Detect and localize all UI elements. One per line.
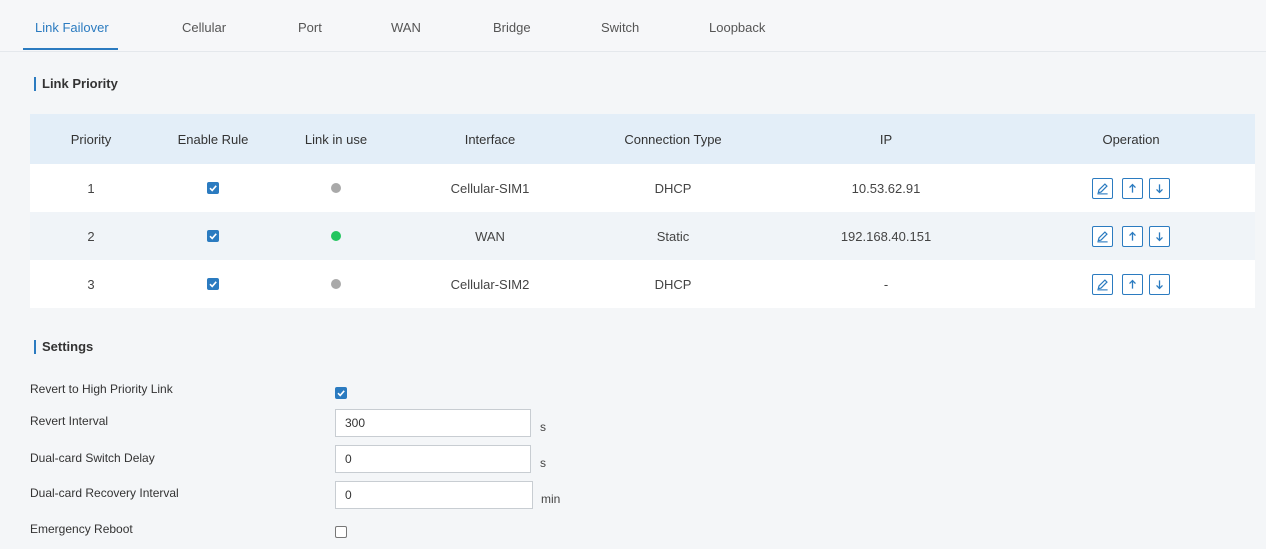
link-status-dot <box>331 279 341 289</box>
col-link-in-use: Link in use <box>304 131 368 147</box>
checkmark-icon <box>209 233 217 240</box>
checkmark-icon <box>209 281 217 288</box>
tab-switch[interactable]: Switch <box>601 20 639 35</box>
move-up-button[interactable] <box>1122 177 1143 199</box>
row-connection-type: DHCP <box>654 180 692 196</box>
arrow-up-icon <box>1129 183 1136 193</box>
row-priority: 2 <box>87 228 95 244</box>
row-interface: Cellular-SIM1 <box>450 180 530 196</box>
edit-icon <box>1097 182 1108 194</box>
col-connection-type: Connection Type <box>624 131 722 147</box>
edit-button[interactable] <box>1092 273 1113 295</box>
enable-rule-checkbox[interactable] <box>207 230 219 242</box>
move-down-button[interactable] <box>1149 225 1170 247</box>
row-interface: Cellular-SIM2 <box>450 276 530 292</box>
table-row: 1 Cellular-SIM1 DHCP 10.53.62.91 <box>30 164 1255 212</box>
revert-high-priority-label: Revert to High Priority Link <box>30 382 173 396</box>
enable-rule-cell <box>152 212 274 260</box>
row-connection-type: DHCP <box>654 276 692 292</box>
dual-card-recovery-interval-label: Dual-card Recovery Interval <box>30 486 179 500</box>
tab-port[interactable]: Port <box>298 20 322 35</box>
settings-title: Settings <box>34 340 93 354</box>
operation-cell <box>1060 164 1202 212</box>
edit-button[interactable] <box>1092 225 1113 247</box>
row-priority: 3 <box>87 276 95 292</box>
revert-high-priority-checkbox[interactable] <box>335 387 347 399</box>
row-interface: WAN <box>475 228 505 244</box>
col-priority: Priority <box>70 131 112 147</box>
enable-rule-cell <box>152 164 274 212</box>
row-priority: 1 <box>87 180 95 196</box>
col-operation: Operation <box>1102 131 1160 147</box>
tab-bar: Link Failover Cellular Port WAN Bridge S… <box>0 0 1266 52</box>
link-in-use-cell <box>274 260 398 308</box>
arrow-down-icon <box>1156 279 1163 289</box>
tab-link-failover[interactable]: Link Failover <box>35 20 109 35</box>
col-ip: IP <box>879 131 893 147</box>
arrow-down-icon <box>1156 231 1163 241</box>
move-up-button[interactable] <box>1122 273 1143 295</box>
arrow-up-icon <box>1129 279 1136 289</box>
emergency-reboot-label: Emergency Reboot <box>30 522 133 536</box>
arrow-down-icon <box>1156 183 1163 193</box>
checkmark-icon <box>209 185 217 192</box>
dual-card-switch-delay-unit: s <box>540 456 546 470</box>
dual-card-recovery-interval-unit: min <box>541 492 561 506</box>
active-tab-indicator <box>23 48 118 50</box>
edit-icon <box>1097 230 1108 242</box>
row-ip: 10.53.62.91 <box>851 180 921 196</box>
revert-interval-input[interactable] <box>335 409 531 437</box>
edit-button[interactable] <box>1092 177 1113 199</box>
row-ip: 192.168.40.151 <box>840 228 932 244</box>
link-status-dot <box>331 231 341 241</box>
col-enable-rule: Enable Rule <box>177 131 249 147</box>
link-in-use-cell <box>274 164 398 212</box>
emergency-reboot-checkbox[interactable] <box>335 526 347 538</box>
enable-rule-checkbox[interactable] <box>207 278 219 290</box>
revert-interval-label: Revert Interval <box>30 414 109 428</box>
operation-cell <box>1060 212 1202 260</box>
col-interface: Interface <box>464 131 516 147</box>
tab-cellular[interactable]: Cellular <box>182 20 226 35</box>
enable-rule-checkbox[interactable] <box>207 182 219 194</box>
edit-icon <box>1097 278 1108 290</box>
move-down-button[interactable] <box>1149 177 1170 199</box>
link-priority-table: Priority Enable Rule Link in use Interfa… <box>30 114 1255 308</box>
arrow-up-icon <box>1129 231 1136 241</box>
table-header: Priority Enable Rule Link in use Interfa… <box>30 114 1255 164</box>
link-priority-title: Link Priority <box>34 77 118 91</box>
enable-rule-cell <box>152 260 274 308</box>
move-up-button[interactable] <box>1122 225 1143 247</box>
tab-wan[interactable]: WAN <box>391 20 421 35</box>
operation-cell <box>1060 260 1202 308</box>
link-in-use-cell <box>274 212 398 260</box>
tab-loopback[interactable]: Loopback <box>709 20 765 35</box>
table-row: 3 Cellular-SIM2 DHCP - <box>30 260 1255 308</box>
table-row: 2 WAN Static 192.168.40.151 <box>30 212 1255 260</box>
dual-card-switch-delay-input[interactable] <box>335 445 531 473</box>
move-down-button[interactable] <box>1149 273 1170 295</box>
tab-bridge[interactable]: Bridge <box>493 20 531 35</box>
revert-interval-unit: s <box>540 420 546 434</box>
link-status-dot <box>331 183 341 193</box>
checkmark-icon <box>337 390 345 397</box>
dual-card-recovery-interval-input[interactable] <box>335 481 533 509</box>
dual-card-switch-delay-label: Dual-card Switch Delay <box>30 451 155 465</box>
row-ip: - <box>883 276 889 292</box>
row-connection-type: Static <box>656 228 690 244</box>
